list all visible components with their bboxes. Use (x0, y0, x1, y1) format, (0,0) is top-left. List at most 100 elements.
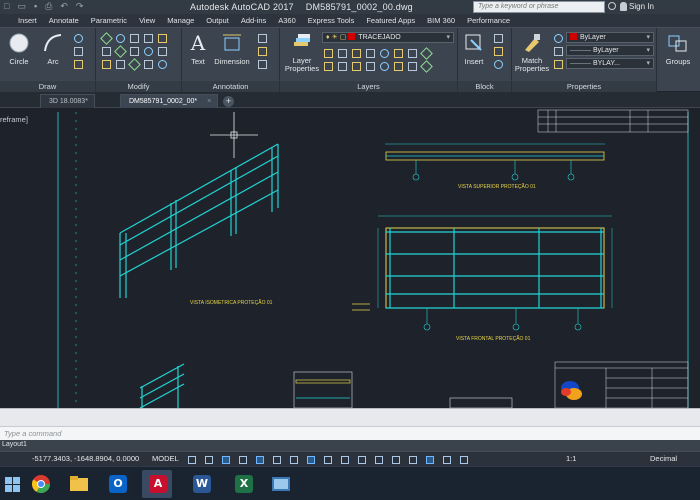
outlook-app[interactable]: O (102, 470, 132, 498)
ellipse-icon[interactable] (72, 32, 83, 43)
lineweight-toggle-icon[interactable] (288, 454, 299, 465)
color-wheel-icon[interactable] (552, 32, 563, 43)
insert-button[interactable]: Insert (460, 30, 488, 66)
annotation-monitor-icon[interactable] (458, 454, 469, 465)
layer-delete-icon[interactable] (406, 60, 417, 71)
tab-output[interactable]: Output (200, 14, 235, 28)
tab-bim-360[interactable]: BIM 360 (421, 14, 461, 28)
linetype-icon[interactable] (552, 45, 563, 56)
copy-icon[interactable] (100, 45, 111, 56)
command-input[interactable]: Type a command (4, 429, 61, 438)
excel-app[interactable]: X (228, 470, 258, 498)
match-properties-button[interactable]: Match Properties (514, 30, 550, 73)
undo-icon[interactable]: ↶ (60, 1, 68, 12)
new-icon[interactable]: □ (4, 1, 9, 12)
text-button[interactable]: A Text (186, 30, 210, 66)
edit-block-icon[interactable] (492, 45, 503, 56)
dynamic-ucs-icon[interactable] (356, 454, 367, 465)
search-input[interactable]: Type a keyword or phrase (473, 1, 605, 13)
selection-cycling-icon[interactable] (322, 454, 333, 465)
layer-match-icon[interactable] (378, 47, 389, 58)
snap-icon[interactable] (203, 454, 214, 465)
model-space-button[interactable]: MODEL (152, 454, 179, 463)
units-value[interactable]: Decimal (650, 454, 677, 463)
join-icon[interactable] (142, 58, 153, 69)
create-block-icon[interactable] (492, 32, 503, 43)
annotation-visibility-icon[interactable] (407, 454, 418, 465)
modify-panel-title[interactable]: Modify (96, 81, 181, 92)
erase-icon[interactable] (142, 32, 153, 43)
redo-icon[interactable]: ↷ (76, 1, 84, 12)
sign-in-link[interactable]: Sign In (629, 2, 654, 11)
arc-button[interactable]: Arc (38, 30, 68, 66)
properties-panel-title[interactable]: Properties (512, 81, 656, 92)
layer-unlock-icon[interactable] (350, 60, 361, 71)
explode-icon[interactable] (142, 45, 153, 56)
tab-a360[interactable]: A360 (272, 14, 302, 28)
leader-icon[interactable] (256, 32, 267, 43)
annotation-scale-value[interactable]: 1:1 (566, 454, 576, 463)
annotation-scale-icon[interactable] (424, 454, 435, 465)
linetype-dropdown[interactable]: ——— ByLayer ▾ (566, 45, 654, 56)
trim-icon[interactable] (128, 32, 139, 43)
coordinate-readout[interactable]: -5177.3403, -1648.8904, 0.0000 (32, 454, 139, 463)
chamfer-icon[interactable] (156, 58, 167, 69)
new-tab-button[interactable]: + (223, 96, 234, 107)
draw-panel-title[interactable]: Draw (0, 81, 95, 92)
circle-button[interactable]: Circle (4, 30, 34, 66)
transparency-icon[interactable] (305, 454, 316, 465)
layer-properties-button[interactable]: Layer Properties (284, 30, 320, 73)
layer-unisolate-icon[interactable] (322, 60, 333, 71)
search-icon[interactable] (608, 2, 616, 10)
mirror-icon[interactable] (114, 45, 125, 56)
ortho-icon[interactable] (220, 454, 231, 465)
groups-button[interactable]: Groups (661, 30, 695, 66)
annotation-panel-title[interactable]: Annotation (182, 81, 279, 92)
rectangle-icon[interactable] (72, 45, 83, 56)
stretch-icon[interactable] (128, 45, 139, 56)
file-explorer-app[interactable] (64, 470, 94, 498)
tab-view[interactable]: View (133, 14, 161, 28)
file-tab-dm585791[interactable]: DM585791_0002_00* × (120, 94, 219, 108)
autocad-app[interactable]: A (142, 470, 172, 498)
layer-dropdown[interactable]: ♦ ☀ ▢ TRACEJADO ▾ (322, 32, 454, 43)
markup-icon[interactable] (256, 58, 267, 69)
block-panel-title[interactable]: Block (458, 81, 511, 92)
plot-icon[interactable]: ⎙ (45, 1, 52, 12)
block-attribute-icon[interactable] (492, 58, 503, 69)
layer-state-icon[interactable] (420, 60, 431, 71)
layer-lock-icon[interactable] (364, 47, 375, 58)
selection-filter-icon[interactable] (373, 454, 384, 465)
viewer-app[interactable] (266, 470, 296, 498)
layer-off-icon[interactable] (322, 47, 333, 58)
layer-walk-icon[interactable] (406, 47, 417, 58)
move-icon[interactable] (100, 32, 111, 43)
open-icon[interactable]: ▭ (17, 1, 26, 12)
tab-parametric[interactable]: Parametric (85, 14, 133, 28)
gizmo-icon[interactable] (390, 454, 401, 465)
grid-icon[interactable] (186, 454, 197, 465)
fillet-icon[interactable] (156, 32, 167, 43)
polar-icon[interactable] (237, 454, 248, 465)
layer-freeze-icon[interactable] (350, 47, 361, 58)
layer-isolate-icon[interactable] (336, 47, 347, 58)
otrack-icon[interactable] (271, 454, 282, 465)
tab-manage[interactable]: Manage (161, 14, 200, 28)
color-dropdown[interactable]: ByLayer ▾ (566, 32, 654, 43)
drawing-canvas[interactable]: reframe] VISTA SUPERIOR PROTEÇÃO 01 VIST… (0, 108, 700, 408)
layer-thaw-icon[interactable] (336, 60, 347, 71)
break-icon[interactable] (128, 58, 139, 69)
save-icon[interactable]: ▪ (34, 1, 37, 12)
word-app[interactable]: W (186, 470, 216, 498)
scale-icon[interactable] (100, 58, 111, 69)
workspace-icon[interactable] (441, 454, 452, 465)
file-tab-3d[interactable]: 3D 18.0083* (40, 94, 95, 108)
rotate-icon[interactable] (114, 32, 125, 43)
layer-copy-icon[interactable] (392, 60, 403, 71)
close-icon[interactable]: × (207, 98, 211, 105)
layers-panel-title[interactable]: Layers (280, 81, 457, 92)
tab-annotate[interactable]: Annotate (43, 14, 85, 28)
osnap-icon[interactable] (254, 454, 265, 465)
lineweight-dropdown[interactable]: ——— BYLAY... ▾ (566, 58, 654, 69)
layout-tab[interactable]: Layout1 (0, 441, 27, 448)
